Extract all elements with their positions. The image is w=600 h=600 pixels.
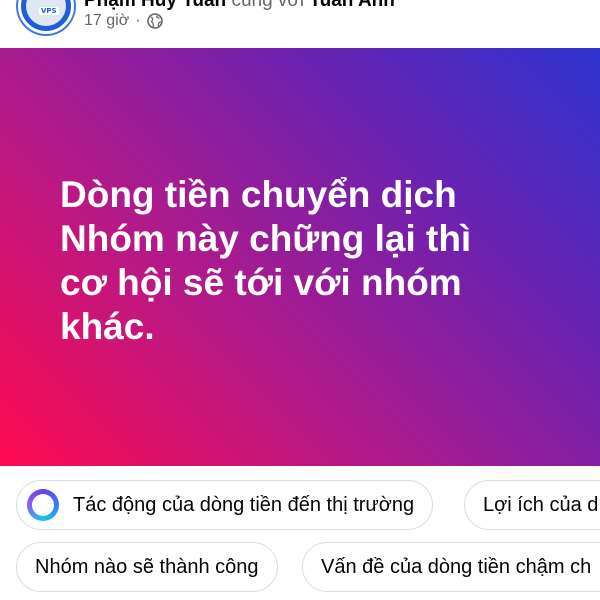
post-meta: 17 giờ ·	[84, 12, 163, 30]
tagged-name[interactable]: Tuấn Anh	[309, 0, 394, 11]
post-text-line: Dòng tiền chuyển dịch	[60, 174, 457, 215]
with-text: cùng với	[231, 0, 305, 11]
dot-separator: ·	[135, 12, 141, 29]
post-text: Dòng tiền chuyển dịch Nhóm này chững lại…	[60, 173, 540, 349]
chip-label: Tác động của dòng tiền đến thị trường	[73, 493, 415, 516]
suggestion-chip[interactable]: Nhóm nào sẽ thành công	[16, 542, 278, 592]
suggestion-chips: Tác động của dòng tiền đến thị trường Lợ…	[0, 466, 600, 600]
chip-label: Vấn đề của dòng tiền chậm ch	[321, 555, 592, 578]
chip-label: Lợi ích của d	[483, 493, 599, 516]
post-background: Dòng tiền chuyển dịch Nhóm này chững lại…	[0, 48, 600, 466]
post-time[interactable]: 17 giờ	[84, 12, 129, 30]
author-avatar[interactable]: VPS	[18, 0, 74, 34]
post-text-line: Nhóm này chững lại thì	[60, 218, 472, 259]
author-name[interactable]: Phạm Huy Tuấn	[84, 0, 226, 11]
meta-ai-ring-icon	[27, 489, 59, 521]
suggestion-chip[interactable]: Tác động của dòng tiền đến thị trường	[16, 480, 434, 530]
suggestion-chip[interactable]: Vấn đề của dòng tiền chậm ch	[302, 542, 600, 592]
post-text-line: khác.	[60, 306, 155, 347]
post-header: VPS Phạm Huy Tuấn cùng với Tuấn Anh 17 g…	[0, 0, 600, 48]
chip-label: Nhóm nào sẽ thành công	[35, 555, 259, 578]
author-line: Phạm Huy Tuấn cùng với Tuấn Anh	[84, 0, 395, 12]
avatar-badge: VPS	[39, 7, 59, 15]
suggestion-chip[interactable]: Lợi ích của d	[464, 480, 600, 530]
globe-icon	[146, 13, 163, 29]
post-text-line: cơ hội sẽ tới với nhóm	[60, 262, 462, 303]
